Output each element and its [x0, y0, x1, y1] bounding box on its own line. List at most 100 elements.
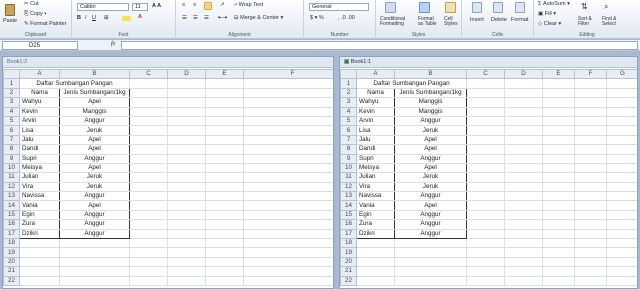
donation-cell[interactable]: Apel	[394, 134, 467, 146]
name-cell[interactable]: Dandi	[19, 144, 60, 155]
name-cell[interactable]: Zura	[19, 219, 60, 230]
empty-cell[interactable]	[129, 181, 168, 193]
name-cell[interactable]: Julian	[19, 172, 60, 183]
clear-button[interactable]: ◇ Clear ▾	[538, 21, 561, 27]
empty-cell[interactable]	[167, 144, 206, 155]
donation-cell[interactable]: Apel	[394, 162, 467, 174]
empty-cell[interactable]	[574, 275, 607, 287]
donation-cell[interactable]: Apel	[59, 134, 130, 146]
empty-cell[interactable]	[504, 275, 543, 287]
empty-cell[interactable]	[574, 247, 607, 258]
name-cell[interactable]: Jalu	[19, 134, 60, 146]
empty-cell[interactable]	[243, 228, 333, 240]
row-header[interactable]: 7	[340, 134, 357, 146]
empty-cell[interactable]	[243, 125, 333, 136]
autosum-button[interactable]: Σ AutoSum ▾	[538, 1, 570, 7]
column-header[interactable]: A	[19, 68, 60, 80]
name-cell[interactable]	[19, 256, 60, 268]
empty-cell[interactable]	[129, 219, 168, 230]
format-table-icon[interactable]	[419, 2, 430, 13]
donation-cell[interactable]: Anggur	[394, 219, 467, 230]
decimal-icon[interactable]: , .0 .00	[338, 15, 355, 21]
empty-cell[interactable]	[466, 97, 505, 108]
empty-cell[interactable]	[129, 191, 168, 202]
name-cell[interactable]: Vania	[356, 200, 395, 211]
empty-cell[interactable]	[129, 106, 168, 117]
column-header[interactable]: A	[356, 68, 395, 80]
cell-styles-icon[interactable]	[445, 2, 456, 13]
empty-cell[interactable]	[205, 228, 244, 240]
empty-cell[interactable]	[574, 172, 607, 183]
find-select-icon[interactable]: ⌕	[604, 2, 608, 12]
empty-cell[interactable]	[504, 219, 543, 230]
name-cell[interactable]: Vira	[19, 181, 60, 193]
empty-cell[interactable]	[205, 153, 244, 164]
name-cell[interactable]: Dandi	[356, 144, 395, 155]
column-header[interactable]: G	[606, 68, 637, 80]
empty-cell[interactable]	[167, 266, 206, 277]
delete-button[interactable]: Delete	[491, 17, 507, 23]
name-cell[interactable]: Meisya	[19, 162, 60, 174]
empty-cell[interactable]	[574, 97, 607, 108]
grow-font-icon[interactable]: A A	[152, 3, 161, 9]
row-header[interactable]: 18	[340, 238, 357, 249]
empty-cell[interactable]	[542, 172, 575, 183]
delete-icon[interactable]	[493, 2, 503, 13]
donation-cell[interactable]	[394, 238, 467, 249]
empty-cell[interactable]	[466, 247, 505, 258]
row-header[interactable]: 20	[3, 256, 20, 268]
empty-cell[interactable]	[504, 247, 543, 258]
empty-cell[interactable]	[466, 200, 505, 211]
empty-cell[interactable]	[606, 191, 637, 202]
empty-cell[interactable]	[243, 247, 333, 258]
column-header[interactable]: D	[167, 68, 206, 80]
donation-cell[interactable]: Anggur	[59, 115, 130, 127]
empty-cell[interactable]	[466, 144, 505, 155]
empty-cell[interactable]	[542, 115, 575, 127]
empty-cell[interactable]	[205, 134, 244, 146]
empty-cell[interactable]	[542, 275, 575, 287]
name-cell[interactable]: Navissa	[19, 191, 60, 202]
row-header[interactable]: 10	[340, 162, 357, 174]
name-cell[interactable]	[356, 247, 395, 258]
empty-cell[interactable]	[129, 78, 168, 89]
empty-cell[interactable]	[606, 200, 637, 211]
row-header[interactable]: 14	[3, 200, 20, 211]
empty-cell[interactable]	[466, 78, 505, 89]
empty-cell[interactable]	[243, 266, 333, 277]
donation-cell[interactable]: Manggis	[394, 97, 467, 108]
empty-cell[interactable]	[205, 78, 244, 89]
row-header[interactable]: 5	[3, 115, 20, 127]
empty-cell[interactable]	[504, 153, 543, 164]
empty-cell[interactable]	[504, 162, 543, 174]
empty-cell[interactable]	[466, 106, 505, 117]
name-cell[interactable]	[19, 238, 60, 249]
empty-cell[interactable]	[542, 97, 575, 108]
empty-cell[interactable]	[504, 256, 543, 268]
donation-cell[interactable]: Anggur	[394, 153, 467, 164]
donation-cell[interactable]: Anggur	[59, 219, 130, 230]
empty-cell[interactable]	[167, 172, 206, 183]
empty-cell[interactable]	[504, 191, 543, 202]
empty-cell[interactable]	[129, 125, 168, 136]
empty-cell[interactable]	[574, 228, 607, 240]
name-cell[interactable]	[19, 266, 60, 277]
name-cell[interactable]: Arvin	[19, 115, 60, 127]
donation-cell[interactable]: Apel	[59, 200, 130, 211]
column-header[interactable]: B	[394, 68, 467, 80]
indent-icon[interactable]: ⇤⇥	[218, 15, 227, 21]
empty-cell[interactable]	[574, 134, 607, 146]
name-cell[interactable]	[356, 266, 395, 277]
insert-button[interactable]: Insert	[470, 17, 484, 23]
empty-cell[interactable]	[504, 144, 543, 155]
empty-cell[interactable]	[129, 134, 168, 146]
empty-cell[interactable]	[466, 238, 505, 249]
empty-cell[interactable]	[243, 191, 333, 202]
empty-cell[interactable]	[129, 162, 168, 174]
row-header[interactable]: 1	[340, 78, 357, 89]
row-header[interactable]: 21	[340, 266, 357, 277]
row-header[interactable]: 4	[3, 106, 20, 117]
name-cell[interactable]: Wahyu	[356, 97, 395, 108]
donation-cell[interactable]: Jeruk	[59, 125, 130, 136]
empty-cell[interactable]	[167, 97, 206, 108]
